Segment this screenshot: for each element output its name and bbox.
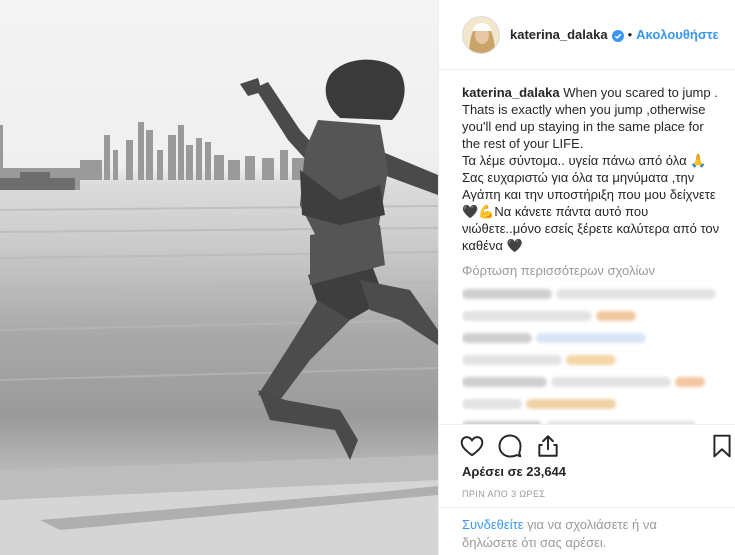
blurred-comment [462,287,720,300]
post-details-panel: katerina_dalaka • Ακολουθήστε katerina_d… [438,0,735,555]
avatar-image [463,16,499,53]
caption-text: When you scared to jump . Thats is exact… [462,85,720,253]
share-icon[interactable] [535,433,561,459]
verified-badge-icon [611,29,624,42]
likes-count[interactable]: Αρέσει σε 23,644 [462,464,566,479]
jumping-woman [240,59,438,460]
login-prompt: Συνδεθείτε για να σχολιάσετε ή να δηλώσε… [439,507,735,555]
login-link[interactable]: Συνδεθείτε [462,517,524,532]
load-more-comments-button[interactable]: Φόρτωση περισσότερων σχολίων [462,263,720,278]
heart-icon[interactable] [459,433,485,459]
comment-bubble-icon[interactable] [497,433,523,459]
post-caption: katerina_dalaka When you scared to jump … [462,84,720,254]
post-header: katerina_dalaka • Ακολουθήστε [439,0,735,70]
post-timestamp[interactable]: ΠΡΙΝ ΑΠΟ 3 ΩΡΕΣ [462,489,545,499]
avatar[interactable] [462,15,500,54]
comments-section: katerina_dalaka When you scared to jump … [462,84,720,424]
caption-username[interactable]: katerina_dalaka [462,85,560,100]
blurred-comment [462,397,720,410]
follow-button[interactable]: Ακολουθήστε [636,27,719,42]
separator-dot: • [627,27,633,42]
blurred-comment [462,375,720,388]
post-actions-bar [439,424,735,464]
username[interactable]: katerina_dalaka [510,27,608,42]
photo-scene [0,59,438,555]
post-photo[interactable] [0,0,438,555]
blurred-comment [462,331,720,344]
bookmark-icon[interactable] [709,433,735,459]
blurred-comment [462,309,720,322]
blurred-comment [462,353,720,366]
